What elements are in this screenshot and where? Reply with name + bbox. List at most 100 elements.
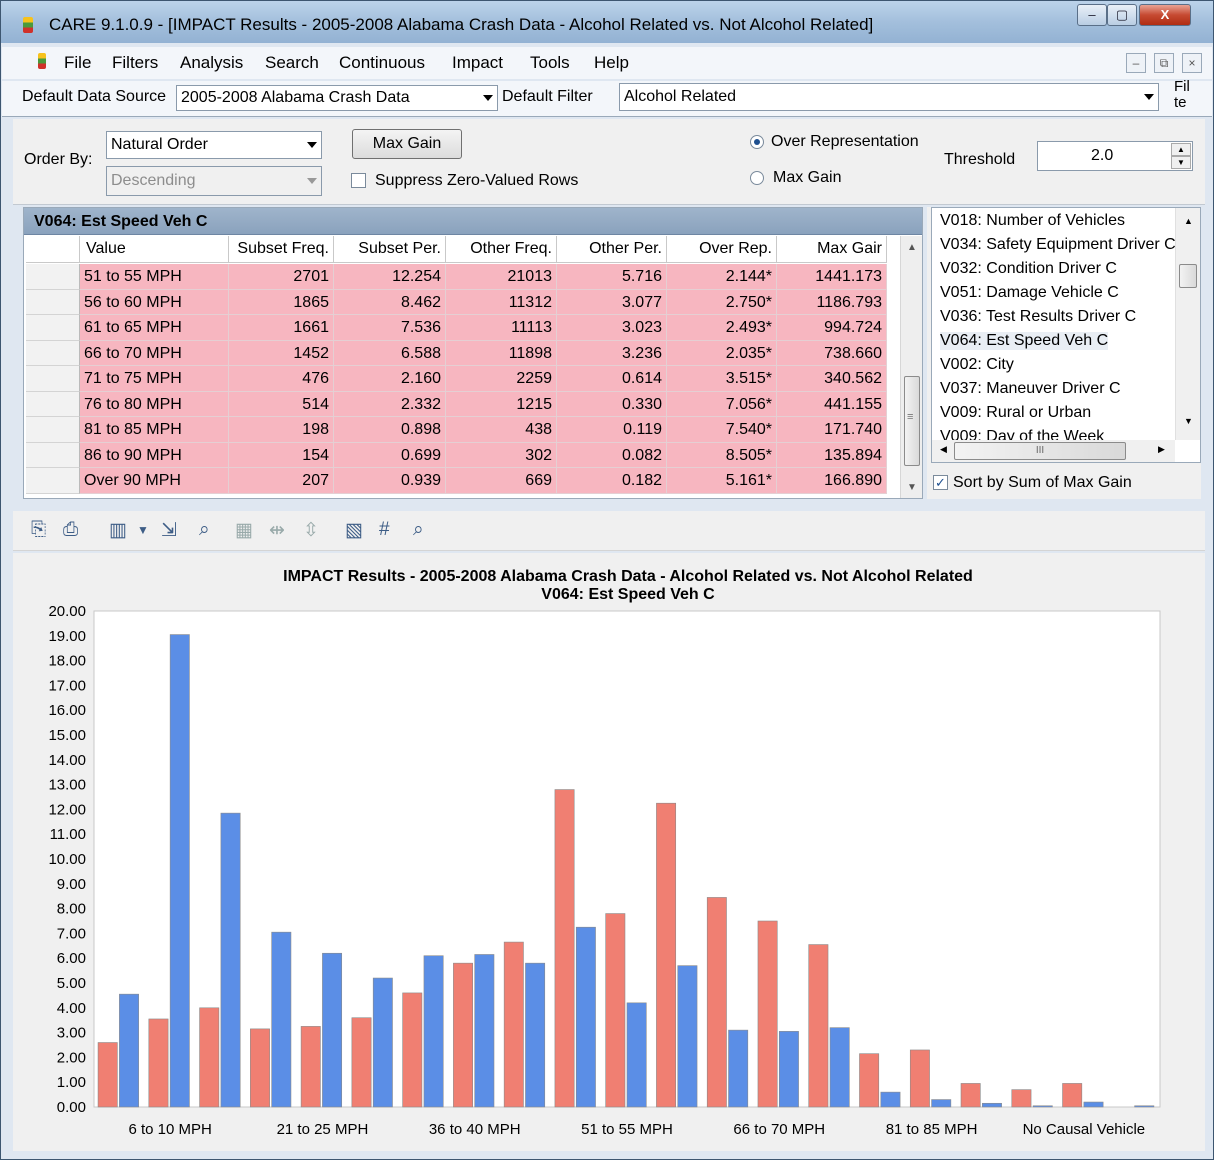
table-cell[interactable]: 171.740 xyxy=(777,417,887,443)
bar-series-0[interactable] xyxy=(503,941,524,1108)
table-cell[interactable]: 11113 xyxy=(446,315,557,341)
table-cell[interactable]: 71 to 75 MPH xyxy=(80,366,229,392)
bar-series-1[interactable] xyxy=(474,954,495,1108)
scroll-thumb[interactable] xyxy=(1179,264,1197,288)
table-cell[interactable]: 514 xyxy=(229,391,334,417)
bar-series-1[interactable] xyxy=(728,1029,749,1108)
bar-series-1[interactable] xyxy=(119,993,139,1108)
table-cell[interactable]: 51 to 55 MPH xyxy=(80,264,229,290)
scroll-left-icon[interactable]: ◀ xyxy=(940,444,947,455)
chevron-left-right-icon[interactable]: ⇹ xyxy=(269,519,285,542)
table-cell[interactable]: 1661 xyxy=(229,315,334,341)
table-cell[interactable]: 476 xyxy=(229,366,334,392)
variable-list-item[interactable]: V051: Damage Vehicle C xyxy=(940,284,1119,302)
bar-series-1[interactable] xyxy=(931,1099,952,1108)
table-cell[interactable]: 340.562 xyxy=(777,366,887,392)
table-cell[interactable]: 12.254 xyxy=(334,264,446,290)
column-header-5[interactable]: Over Rep. xyxy=(667,236,777,263)
bar-series-0[interactable] xyxy=(706,897,727,1108)
bar-series-1[interactable] xyxy=(575,926,596,1108)
column-header-1[interactable]: Subset Freq. xyxy=(229,236,334,263)
table-cell[interactable]: 8.462 xyxy=(334,289,446,315)
row-header[interactable] xyxy=(26,391,80,417)
bar-series-0[interactable] xyxy=(351,1017,372,1108)
table-cell[interactable]: 198 xyxy=(229,417,334,443)
variable-list-item[interactable]: V034: Safety Equipment Driver C xyxy=(940,236,1176,254)
scroll-down-icon[interactable]: ▼ xyxy=(907,482,917,493)
table-cell[interactable]: 7.056* xyxy=(667,391,777,417)
table-cell[interactable]: 2.035* xyxy=(667,340,777,366)
table-cell[interactable]: 86 to 90 MPH xyxy=(80,442,229,468)
data-source-select[interactable]: 2005-2008 Alabama Crash Data xyxy=(176,85,498,111)
bar-series-0[interactable] xyxy=(300,1026,321,1108)
table-cell[interactable]: 0.699 xyxy=(334,442,446,468)
bar-series-1[interactable] xyxy=(423,955,444,1108)
table-cell[interactable]: 0.119 xyxy=(557,417,667,443)
scroll-right-icon[interactable]: ▶ xyxy=(1158,444,1165,455)
variable-list-item[interactable]: V037: Maneuver Driver C xyxy=(940,380,1121,398)
bar-series-1[interactable] xyxy=(372,977,393,1108)
row-header[interactable] xyxy=(26,264,80,290)
row-header[interactable] xyxy=(26,442,80,468)
table-cell[interactable]: 2.144* xyxy=(667,264,777,290)
table-cell[interactable]: 0.182 xyxy=(557,468,667,494)
table-cell[interactable]: 135.894 xyxy=(777,442,887,468)
table-cell[interactable]: 66 to 70 MPH xyxy=(80,340,229,366)
table-cell[interactable]: 166.890 xyxy=(777,468,887,494)
chart-type-icon[interactable]: ▥ xyxy=(109,519,127,542)
table-cell[interactable]: 0.614 xyxy=(557,366,667,392)
bar-series-0[interactable] xyxy=(960,1083,981,1108)
table-cell[interactable]: 8.505* xyxy=(667,442,777,468)
table-cell[interactable]: 154 xyxy=(229,442,334,468)
table-cell[interactable]: 11312 xyxy=(446,289,557,315)
grid-vertical-scrollbar[interactable]: ▲ ≡ ▼ xyxy=(900,236,922,498)
filter-button[interactable]: Fil te xyxy=(1174,79,1194,111)
scroll-up-icon[interactable]: ▲ xyxy=(907,242,917,253)
table-cell[interactable]: 441.155 xyxy=(777,391,887,417)
chevron-up-down-icon[interactable]: ⇳ xyxy=(303,519,319,542)
table-cell[interactable]: 1452 xyxy=(229,340,334,366)
mdi-restore-button[interactable]: ⧉ xyxy=(1154,53,1174,73)
table-cell[interactable]: 0.330 xyxy=(557,391,667,417)
menu-filters[interactable]: Filters xyxy=(112,53,158,73)
chart-options-icon[interactable]: ▧ xyxy=(345,519,363,542)
bar-series-1[interactable] xyxy=(982,1102,1002,1108)
column-header-4[interactable]: Other Per. xyxy=(557,236,667,263)
row-header[interactable] xyxy=(26,340,80,366)
scroll-thumb[interactable]: III xyxy=(954,442,1126,460)
table-cell[interactable]: 5.161* xyxy=(667,468,777,494)
variable-list-item[interactable]: V036: Test Results Driver C xyxy=(940,308,1136,326)
table-cell[interactable]: 5.716 xyxy=(557,264,667,290)
column-header-3[interactable]: Other Freq. xyxy=(446,236,557,263)
menu-search[interactable]: Search xyxy=(265,53,319,73)
menu-impact[interactable]: Impact xyxy=(452,53,503,73)
column-header-2[interactable]: Subset Per. xyxy=(334,236,446,263)
suppress-zero-checkbox[interactable] xyxy=(351,173,366,188)
table-cell[interactable]: 7.540* xyxy=(667,417,777,443)
table-cell[interactable]: 1215 xyxy=(446,391,557,417)
table-cell[interactable]: 21013 xyxy=(446,264,557,290)
variable-list-item[interactable]: V002: City xyxy=(940,356,1014,374)
table-cell[interactable]: 1865 xyxy=(229,289,334,315)
table-cell[interactable]: 1441.173 xyxy=(777,264,887,290)
table-cell[interactable]: 3.515* xyxy=(667,366,777,392)
table-cell[interactable]: 669 xyxy=(446,468,557,494)
mdi-minimize-button[interactable]: – xyxy=(1126,53,1146,73)
variable-list-item[interactable]: V064: Est Speed Veh C xyxy=(940,332,1109,350)
maximize-button[interactable]: ▢ xyxy=(1107,4,1137,26)
bar-series-0[interactable] xyxy=(554,789,575,1108)
row-header[interactable] xyxy=(26,366,80,392)
scroll-down-icon[interactable]: ▼ xyxy=(1184,416,1193,426)
bar-series-1[interactable] xyxy=(525,962,546,1108)
minimize-button[interactable]: – xyxy=(1077,4,1107,26)
data-labels-icon[interactable]: # xyxy=(379,519,390,541)
table-cell[interactable]: 56 to 60 MPH xyxy=(80,289,229,315)
table-cell[interactable]: 3.236 xyxy=(557,340,667,366)
scroll-thumb[interactable]: ≡ xyxy=(904,376,920,466)
table-cell[interactable]: 76 to 80 MPH xyxy=(80,391,229,417)
menu-file[interactable]: File xyxy=(64,53,91,73)
bar-series-0[interactable] xyxy=(402,992,423,1108)
menu-help[interactable]: Help xyxy=(594,53,629,73)
list-horizontal-scrollbar[interactable]: ◀ III ▶ xyxy=(932,440,1175,462)
bar-series-1[interactable] xyxy=(677,965,698,1108)
